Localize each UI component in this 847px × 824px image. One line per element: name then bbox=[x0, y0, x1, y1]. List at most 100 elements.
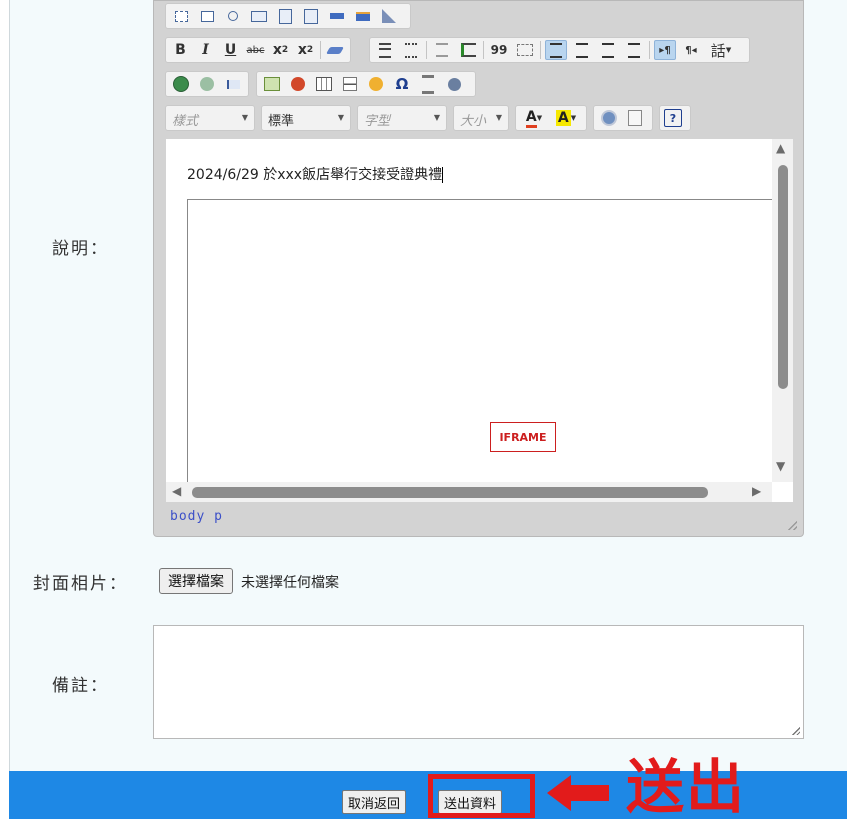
no-file-chosen-text: 未選擇任何檔案 bbox=[241, 575, 339, 591]
scroll-down-arrow-icon[interactable]: ▼ bbox=[776, 459, 785, 473]
bg-color-icon: A bbox=[555, 110, 571, 126]
styles-combo-label: 樣式 bbox=[172, 114, 199, 129]
choose-file-button[interactable]: 選擇檔案 bbox=[159, 568, 233, 594]
selectlist-icon[interactable] bbox=[300, 6, 322, 26]
submit-highlight-box bbox=[428, 774, 535, 818]
vertical-scrollbar[interactable]: ▲ ▼ bbox=[772, 139, 793, 482]
bullet-list-icon[interactable] bbox=[400, 40, 422, 60]
flash-icon[interactable] bbox=[287, 74, 309, 94]
toolbar-basic-styles: B I U abc x2 x2 bbox=[165, 37, 351, 63]
size-combo[interactable]: 大小 ▼ bbox=[453, 105, 509, 131]
textfield-icon[interactable] bbox=[248, 6, 270, 26]
textarea-icon[interactable] bbox=[274, 6, 296, 26]
blockquote-button[interactable]: 99 bbox=[488, 40, 510, 60]
toolbar-separator bbox=[540, 41, 541, 59]
subscript-button[interactable]: x2 bbox=[270, 40, 291, 60]
scroll-left-arrow-icon[interactable]: ◀ bbox=[172, 484, 181, 498]
toolbar-insert-group: Ω bbox=[256, 71, 476, 97]
format-combo[interactable]: 標準 ▼ bbox=[261, 105, 351, 131]
cancel-return-button[interactable]: 取消返回 bbox=[342, 790, 407, 814]
help-button[interactable]: ? bbox=[664, 109, 682, 127]
scroll-up-arrow-icon[interactable]: ▲ bbox=[776, 141, 785, 155]
toolbar-help-group: ? bbox=[659, 105, 691, 131]
checkbox-icon[interactable] bbox=[196, 6, 218, 26]
numbered-list-icon[interactable] bbox=[374, 40, 396, 60]
hidden-field-icon[interactable] bbox=[378, 6, 400, 26]
remarks-textarea[interactable] bbox=[153, 625, 804, 739]
image-icon[interactable] bbox=[261, 74, 283, 94]
chevron-down-icon: ▼ bbox=[725, 46, 732, 54]
chevron-down-icon: ▼ bbox=[241, 113, 248, 122]
cover-photo-label: 封面相片： bbox=[33, 574, 128, 594]
embedded-iframe[interactable]: IFRAME bbox=[187, 199, 773, 490]
toolbar-separator bbox=[426, 41, 427, 59]
toolbar-colors-group: A ▼ A ▼ bbox=[515, 105, 587, 131]
align-left-icon[interactable] bbox=[545, 40, 567, 60]
chevron-down-icon: ▼ bbox=[337, 113, 344, 122]
iframe-placeholder-label: IFRAME bbox=[490, 422, 556, 452]
anchor-flag-icon[interactable] bbox=[222, 74, 244, 94]
toolbar-links-group bbox=[165, 71, 249, 97]
table-icon[interactable] bbox=[313, 74, 335, 94]
horizontal-scroll-thumb[interactable] bbox=[192, 487, 708, 498]
format-combo-label: 標準 bbox=[268, 114, 295, 129]
chevron-down-icon: ▼ bbox=[495, 113, 502, 122]
bold-button[interactable]: B bbox=[170, 40, 191, 60]
scroll-right-arrow-icon[interactable]: ▶ bbox=[752, 484, 761, 498]
form-icon[interactable] bbox=[170, 6, 192, 26]
radio-icon[interactable] bbox=[222, 6, 244, 26]
horizontal-scrollbar[interactable]: ◀ ▶ bbox=[166, 482, 772, 502]
horizontal-rule-icon[interactable] bbox=[339, 74, 361, 94]
outdent-icon[interactable] bbox=[431, 40, 453, 60]
language-dropdown[interactable]: 話 ▼ bbox=[706, 40, 736, 60]
toolbar-separator bbox=[320, 41, 321, 59]
special-char-button[interactable]: Ω bbox=[391, 74, 413, 94]
align-right-icon[interactable] bbox=[597, 40, 619, 60]
italic-button[interactable]: I bbox=[195, 40, 216, 60]
show-blocks-icon[interactable] bbox=[624, 108, 646, 128]
eraser-icon[interactable] bbox=[325, 40, 346, 60]
maximize-icon[interactable] bbox=[598, 108, 620, 128]
align-center-icon[interactable] bbox=[571, 40, 593, 60]
language-label: 話 bbox=[710, 41, 726, 60]
smiley-icon[interactable] bbox=[365, 74, 387, 94]
unlink-icon[interactable] bbox=[196, 74, 218, 94]
vertical-scroll-thumb[interactable] bbox=[778, 165, 788, 389]
size-combo-label: 大小 bbox=[460, 114, 487, 129]
text-direction-rtl-button[interactable]: ¶◂ bbox=[680, 40, 702, 60]
strike-button[interactable]: abc bbox=[245, 40, 266, 60]
font-combo[interactable]: 字型 ▼ bbox=[357, 105, 447, 131]
text-direction-ltr-button[interactable]: ▸¶ bbox=[654, 40, 676, 60]
toolbar-tools-group bbox=[593, 105, 653, 131]
align-justify-icon[interactable] bbox=[623, 40, 645, 60]
editor-content-area[interactable]: 2024/6/29 於xxx飯店舉行交接受證典禮 IFRAME ▲ ▼ ◀ ▶ bbox=[166, 139, 793, 502]
text-color-button[interactable]: A ▼ bbox=[520, 108, 548, 128]
annotation-arrow-icon bbox=[547, 775, 609, 811]
indent-icon[interactable] bbox=[457, 40, 479, 60]
resize-grip-icon[interactable] bbox=[787, 520, 797, 530]
remarks-label: 備註： bbox=[52, 676, 109, 696]
textarea-resize-icon[interactable] bbox=[791, 726, 800, 735]
element-path-bar[interactable]: body p bbox=[170, 509, 223, 524]
page-break-icon[interactable] bbox=[417, 74, 439, 94]
bg-color-button[interactable]: A ▼ bbox=[552, 108, 580, 128]
toolbar-paragraph-group: 99 ▸¶ ¶◂ 話 ▼ bbox=[369, 37, 750, 63]
text-color-icon: A bbox=[525, 109, 537, 128]
toolbar-separator bbox=[483, 41, 484, 59]
superscript-button[interactable]: x2 bbox=[295, 40, 316, 60]
rich-text-editor: B I U abc x2 x2 99 ▸¶ ¶◂ 話 ▼ Ω 樣式 ▼ 標準 ▼… bbox=[153, 0, 804, 537]
image-button-icon[interactable] bbox=[352, 6, 374, 26]
subscript-label: x bbox=[272, 42, 282, 58]
div-container-icon[interactable] bbox=[514, 40, 536, 60]
button-icon[interactable] bbox=[326, 6, 348, 26]
link-icon[interactable] bbox=[170, 74, 192, 94]
content-paragraph: 2024/6/29 於xxx飯店舉行交接受證典禮 bbox=[187, 167, 443, 183]
toolbar-forms-group bbox=[165, 3, 411, 29]
text-caret bbox=[442, 167, 444, 183]
superscript-label: x bbox=[297, 42, 307, 58]
editor-content-text[interactable]: 2024/6/29 於xxx飯店舉行交接受證典禮 bbox=[187, 164, 444, 184]
underline-button[interactable]: U bbox=[220, 40, 241, 60]
iframe-icon[interactable] bbox=[443, 74, 465, 94]
styles-combo[interactable]: 樣式 ▼ bbox=[165, 105, 255, 131]
font-combo-label: 字型 bbox=[364, 114, 391, 129]
